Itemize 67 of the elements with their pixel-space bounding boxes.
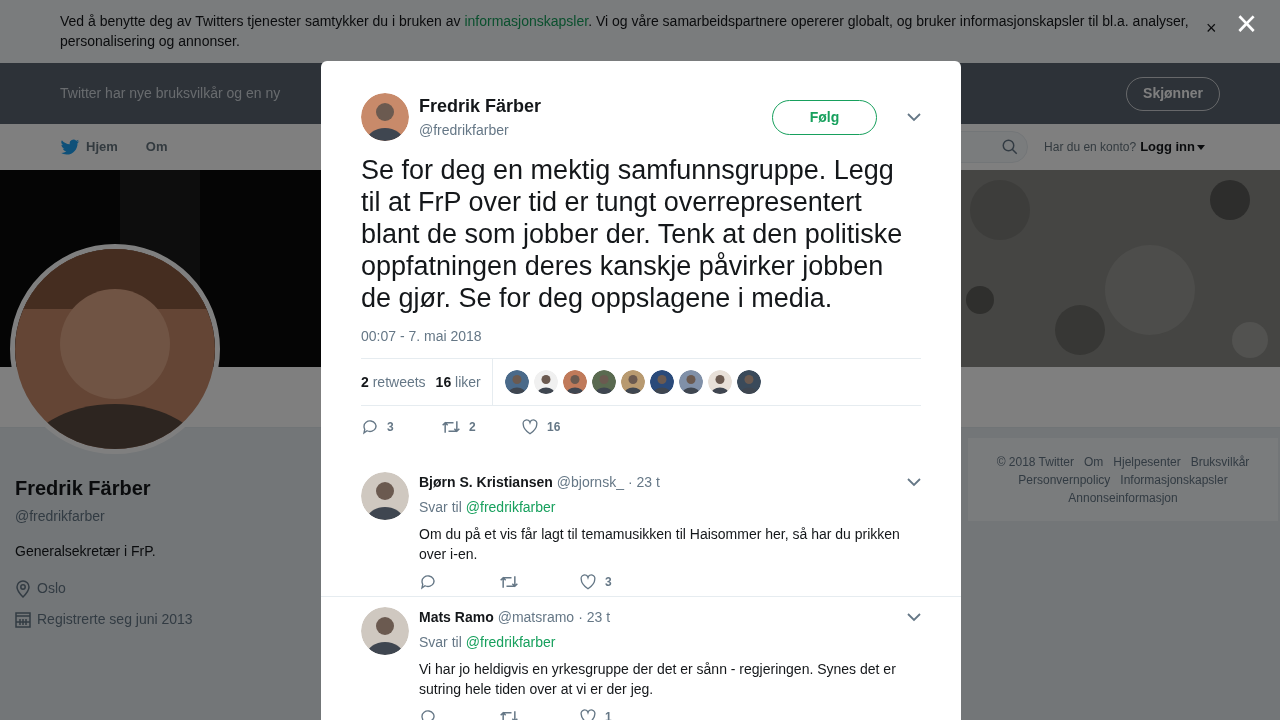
footer-link[interactable]: Informasjonskapsler [1120,471,1228,488]
bird-icon [60,138,80,156]
retweet-icon[interactable] [441,418,461,436]
cookie-link[interactable]: informasjonskapsler [464,13,589,29]
footer-link[interactable]: Bruksvilkår [1190,453,1250,470]
profile-location: Oslo [37,579,66,598]
footer-link[interactable]: Hjelpesenter [1113,453,1181,470]
login-link[interactable]: Logg inn [1140,137,1205,157]
footer-link[interactable]: Om [1083,453,1104,470]
like-count: 3 [605,574,612,591]
chevron-down-icon[interactable] [907,478,921,487]
heart-icon[interactable] [521,418,539,436]
avatar[interactable] [620,370,645,394]
reply-to-label: Svar til [419,498,462,517]
profile-bio: Generalsekretær i FrP. [15,542,157,561]
chevron-down-icon[interactable] [907,112,921,122]
notice-text: Twitter har nye bruksvilkår og en ny [60,84,281,103]
chevron-down-icon[interactable] [907,613,921,622]
avatar[interactable] [591,370,616,394]
cookie-notice: Ved å benytte deg av Twitters tjenester samtykker du i bruken av informasjonskapsler. Vi og våre samarbeidspartnere opererer globalt, og bruker informasjonskapsler til bl.a. analyser, personalisering og annonser. [60,12,1190,51]
avatar [361,93,409,141]
author-name[interactable]: Fredrik Färber [419,93,762,120]
reply-time[interactable]: · 23 t [578,607,611,628]
footer-link[interactable]: © 2018 Twitter [996,453,1074,470]
avatar[interactable] [504,370,529,394]
reply-author-name[interactable]: Bjørn S. Kristiansen [419,472,553,493]
calendar-icon [15,611,31,628]
nav-link[interactable]: Om [145,137,168,157]
reply-icon[interactable] [419,573,437,591]
account-prompt: Har du en konto? [1044,139,1137,156]
location-pin-icon [15,579,31,598]
avatar[interactable] [649,370,674,394]
reply-to-label: Svar til [419,633,462,652]
retweet-count: 2 [469,419,476,436]
heart-icon[interactable] [579,573,597,591]
close-button[interactable]: × [1236,12,1258,36]
reply-author-handle[interactable]: @bjornsk_ [556,472,624,493]
footer-link[interactable]: Annonseinformasjon [1068,489,1178,506]
mention-link[interactable]: @fredrikfarber [465,632,556,653]
like-count: 16 [547,419,561,436]
caret-icon [1197,144,1205,150]
reply-icon[interactable] [361,418,379,436]
reply-author-name[interactable]: Mats Ramo [419,607,494,628]
reply-text: Om du på et vis får lagt til temamusikken til Haisommer her, så har du prikken over i-en. [419,525,901,564]
stat-link[interactable]: 2 retweets [361,371,426,393]
author-handle[interactable]: @fredrikfarber [419,120,762,141]
close-button[interactable]: × [1206,19,1217,37]
reply-text: Vi har jo heldigvis en yrkesgruppe der det er sånn - regjeringen. Synes det er sutring hele tiden over at vi er der jeg. [419,660,897,699]
avatar[interactable] [736,370,761,394]
nav-link[interactable]: Hjem [60,137,118,157]
mention-link[interactable]: @fredrikfarber [465,497,556,518]
reply-time[interactable]: · 23 t [627,472,660,493]
reply-count: 3 [387,419,394,436]
reply-author-handle[interactable]: @matsramo [497,607,575,628]
footer-link[interactable]: Personvernpolicy [1018,471,1111,488]
stat-link[interactable]: 16 liker [435,371,481,393]
retweet-icon[interactable] [499,573,519,591]
profile-name[interactable]: Fredrik Färber [15,473,300,503]
avatar[interactable] [707,370,732,394]
avatar[interactable] [562,370,587,394]
avatar [361,472,409,520]
profile-joined: Registrerte seg juni 2013 [37,610,193,629]
profile-handle[interactable]: @fredrikfarber [15,506,300,527]
avatar[interactable] [678,370,703,394]
avatar [361,607,409,655]
avatar[interactable] [533,370,558,394]
search-icon[interactable] [1001,138,1020,156]
